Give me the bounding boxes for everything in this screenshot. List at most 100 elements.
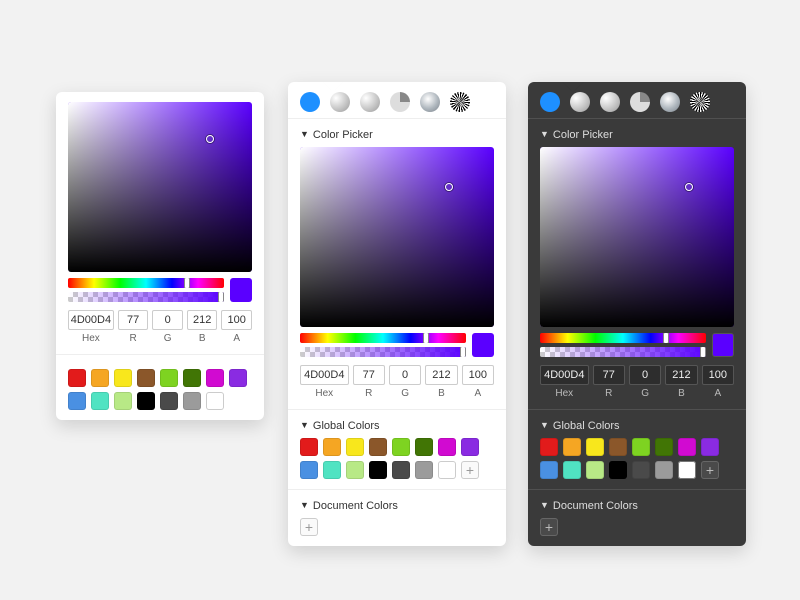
r-input[interactable]: [593, 365, 625, 385]
b-input[interactable]: [187, 310, 218, 330]
alpha-slider[interactable]: [300, 347, 466, 357]
current-color-swatch[interactable]: [230, 278, 252, 302]
global_colors-header[interactable]: ▼Global Colors: [300, 420, 494, 432]
color-field-cursor[interactable]: [445, 183, 453, 191]
fill-mode-image[interactable]: [660, 92, 680, 112]
color-field[interactable]: [300, 147, 494, 327]
alpha-thumb[interactable]: [460, 347, 466, 357]
swatch-2[interactable]: [586, 438, 604, 456]
swatch-9[interactable]: [563, 461, 581, 479]
b-input[interactable]: [425, 365, 457, 385]
b-input[interactable]: [665, 365, 697, 385]
current-color-swatch[interactable]: [712, 333, 734, 357]
fill-mode-angular[interactable]: [630, 92, 650, 112]
global_colors-header[interactable]: ▼Global Colors: [540, 420, 734, 432]
swatch-6[interactable]: [438, 438, 456, 456]
swatch-9[interactable]: [323, 461, 341, 479]
alpha-slider[interactable]: [540, 347, 706, 357]
swatch-7[interactable]: [229, 369, 247, 387]
a-input[interactable]: [702, 365, 734, 385]
fill-mode-noise[interactable]: [690, 92, 710, 112]
document_colors-header[interactable]: ▼Document Colors: [540, 500, 734, 512]
fill-mode-noise[interactable]: [450, 92, 470, 112]
swatch-14[interactable]: [206, 392, 224, 410]
fill-mode-radial[interactable]: [600, 92, 620, 112]
swatch-10[interactable]: [586, 461, 604, 479]
document_colors-header[interactable]: ▼Document Colors: [300, 500, 494, 512]
a-input[interactable]: [462, 365, 494, 385]
swatch-8[interactable]: [300, 461, 318, 479]
add-document-swatch-button[interactable]: +: [300, 518, 318, 536]
swatch-7[interactable]: [701, 438, 719, 456]
swatch-3[interactable]: [137, 369, 155, 387]
swatch-3[interactable]: [369, 438, 387, 456]
color_picker-header[interactable]: ▼Color Picker: [540, 129, 734, 141]
hex-input[interactable]: [300, 365, 349, 385]
hue-slider[interactable]: [300, 333, 466, 343]
r-input[interactable]: [118, 310, 149, 330]
fill-mode-angular[interactable]: [390, 92, 410, 112]
fill-mode-linear[interactable]: [570, 92, 590, 112]
hue-slider[interactable]: [68, 278, 224, 288]
color-field-cursor[interactable]: [206, 135, 214, 143]
hue-thumb[interactable]: [663, 333, 669, 343]
alpha-thumb[interactable]: [700, 347, 706, 357]
swatch-5[interactable]: [655, 438, 673, 456]
swatch-1[interactable]: [323, 438, 341, 456]
swatch-12[interactable]: [632, 461, 650, 479]
color-field[interactable]: [68, 102, 252, 272]
hex-input[interactable]: [68, 310, 114, 330]
swatch-2[interactable]: [114, 369, 132, 387]
a-input[interactable]: [221, 310, 252, 330]
swatch-8[interactable]: [540, 461, 558, 479]
swatch-0[interactable]: [68, 369, 86, 387]
swatch-5[interactable]: [415, 438, 433, 456]
swatch-4[interactable]: [392, 438, 410, 456]
g-input[interactable]: [152, 310, 183, 330]
swatch-13[interactable]: [655, 461, 673, 479]
fill-mode-linear[interactable]: [330, 92, 350, 112]
hex-input[interactable]: [540, 365, 589, 385]
swatch-6[interactable]: [206, 369, 224, 387]
swatch-9[interactable]: [91, 392, 109, 410]
fill-mode-image[interactable]: [420, 92, 440, 112]
swatch-7[interactable]: [461, 438, 479, 456]
g-input[interactable]: [629, 365, 661, 385]
color-field[interactable]: [540, 147, 734, 327]
hue-thumb[interactable]: [184, 278, 190, 288]
add-swatch-button[interactable]: +: [701, 461, 719, 479]
swatch-1[interactable]: [91, 369, 109, 387]
alpha-thumb[interactable]: [218, 292, 224, 302]
hue-thumb[interactable]: [423, 333, 429, 343]
swatch-14[interactable]: [678, 461, 696, 479]
swatch-4[interactable]: [160, 369, 178, 387]
swatch-3[interactable]: [609, 438, 627, 456]
swatch-13[interactable]: [415, 461, 433, 479]
color_picker-header[interactable]: ▼Color Picker: [300, 129, 494, 141]
swatch-11[interactable]: [369, 461, 387, 479]
swatch-4[interactable]: [632, 438, 650, 456]
swatch-14[interactable]: [438, 461, 456, 479]
g-input[interactable]: [389, 365, 421, 385]
swatch-0[interactable]: [300, 438, 318, 456]
alpha-slider[interactable]: [68, 292, 224, 302]
current-color-swatch[interactable]: [472, 333, 494, 357]
swatch-12[interactable]: [160, 392, 178, 410]
swatch-10[interactable]: [346, 461, 364, 479]
swatch-1[interactable]: [563, 438, 581, 456]
swatch-8[interactable]: [68, 392, 86, 410]
swatch-11[interactable]: [137, 392, 155, 410]
hue-slider[interactable]: [540, 333, 706, 343]
swatch-6[interactable]: [678, 438, 696, 456]
swatch-12[interactable]: [392, 461, 410, 479]
fill-mode-radial[interactable]: [360, 92, 380, 112]
swatch-0[interactable]: [540, 438, 558, 456]
swatch-2[interactable]: [346, 438, 364, 456]
fill-mode-solid[interactable]: [540, 92, 560, 112]
swatch-13[interactable]: [183, 392, 201, 410]
r-input[interactable]: [353, 365, 385, 385]
fill-mode-solid[interactable]: [300, 92, 320, 112]
swatch-11[interactable]: [609, 461, 627, 479]
color-field-cursor[interactable]: [685, 183, 693, 191]
swatch-5[interactable]: [183, 369, 201, 387]
